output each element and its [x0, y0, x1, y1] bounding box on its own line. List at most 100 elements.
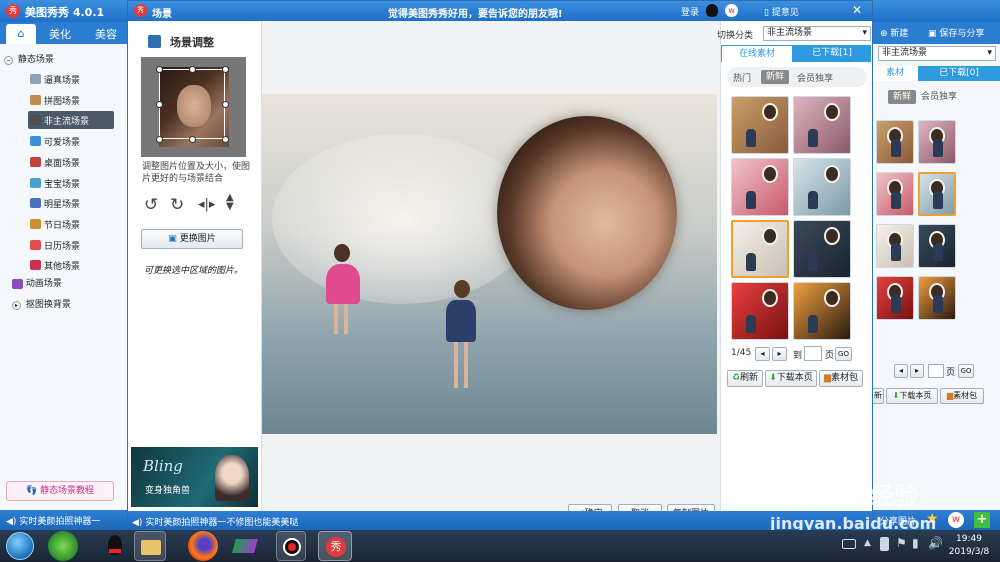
material-thumbnail[interactable] [876, 276, 914, 320]
main-tab-downloaded[interactable]: 已下载[0] [918, 66, 1000, 81]
new-button[interactable]: ⊕ 新建 [880, 26, 908, 39]
sidebar-group-cutout[interactable]: ▸ 抠图换背景 [12, 297, 122, 311]
taskbar-qq-icon[interactable] [100, 531, 130, 561]
material-thumbnail[interactable] [731, 220, 789, 278]
material-thumbnail[interactable] [731, 282, 789, 340]
main-refresh-button[interactable]: 新 [872, 388, 884, 404]
weibo-icon[interactable]: w [948, 512, 964, 528]
material-thumbnail[interactable] [793, 158, 851, 216]
flag-icon[interactable]: ⚑ [896, 536, 907, 550]
flip-vertical-icon[interactable]: ▲ ▼ [226, 193, 234, 212]
main-go-button[interactable]: GO [958, 364, 974, 378]
ad-banner[interactable]: Bling 变身独角兽 [131, 447, 258, 507]
taskbar-explorer-icon[interactable] [134, 531, 166, 561]
dialog-banner[interactable]: 觉得美图秀秀好用，要告诉您的朋友哦! [388, 5, 563, 20]
crop-handle[interactable] [189, 66, 196, 73]
tab-downloaded[interactable]: 已下载[1] [793, 45, 871, 62]
crop-handle[interactable] [222, 136, 229, 143]
sidebar-item[interactable]: 日历场景 [28, 236, 114, 254]
tab-online-materials[interactable]: 在线素材 [721, 45, 793, 62]
download-page-button[interactable]: ⬇下载本页 [765, 370, 817, 387]
main-page-input[interactable] [928, 364, 944, 378]
crop-handle[interactable] [189, 136, 196, 143]
material-thumbnail[interactable] [793, 220, 851, 278]
main-filter-vip[interactable]: 会员独享 [918, 90, 960, 104]
sidebar-item[interactable]: 可爱场景 [28, 132, 114, 150]
taskbar-meitu-icon[interactable]: 秀 [318, 531, 352, 561]
close-button[interactable]: ✕ [848, 3, 866, 18]
material-thumbnail[interactable] [731, 158, 789, 216]
start-button[interactable] [6, 532, 34, 560]
star-icon[interactable]: ★ [926, 511, 939, 527]
main-pack-button[interactable]: ▆素材包 [940, 388, 984, 404]
material-thumbnail[interactable] [918, 276, 956, 320]
login-link[interactable]: 登录 [681, 5, 699, 18]
material-thumbnail[interactable] [918, 172, 956, 216]
filter-fresh[interactable]: 新鲜 [761, 70, 789, 84]
keyboard-icon[interactable] [842, 539, 856, 549]
material-thumbnail[interactable] [918, 224, 956, 268]
sidebar-item[interactable]: 逼真场景 [28, 70, 114, 88]
tab-beauty[interactable]: 美容 [86, 26, 126, 42]
material-thumbnail[interactable] [731, 96, 789, 154]
material-thumbnail[interactable] [918, 120, 956, 164]
rotate-right-icon[interactable]: ↻ [170, 195, 184, 215]
rotate-left-icon[interactable]: ↺ [144, 195, 158, 215]
save-share-button[interactable]: ▣ 保存与分享 [928, 26, 984, 39]
scene-image[interactable] [262, 94, 717, 434]
sidebar-item[interactable]: 明星场景 [28, 194, 114, 212]
sidebar-item[interactable]: 其他场景 [28, 256, 114, 274]
next-page-icon[interactable]: ▸ [910, 364, 924, 378]
tab-beautify[interactable]: 美化 [40, 26, 80, 42]
crop-handle[interactable] [156, 136, 163, 143]
prev-page-icon[interactable]: ◂ [755, 347, 770, 361]
sidebar-group-static[interactable]: – 静态场景 [4, 52, 124, 66]
crop-box[interactable] [159, 69, 225, 139]
tutorial-button[interactable]: 👣 静态场景教程 [6, 481, 114, 501]
crop-handle[interactable] [222, 101, 229, 108]
taskbar-recorder-icon[interactable] [276, 531, 306, 561]
main-filter-fresh[interactable]: 新鲜 [888, 90, 916, 104]
crop-handle[interactable] [156, 101, 163, 108]
network-icon[interactable]: ▮ [912, 536, 919, 550]
clock[interactable]: 19:49 2019/3/8 [944, 533, 994, 559]
refresh-button[interactable]: ♻刷新 [727, 370, 763, 387]
material-thumbnail[interactable] [793, 96, 851, 154]
sidebar-item[interactable]: 宝宝场景 [28, 174, 114, 192]
taskbar-video-icon[interactable] [230, 531, 260, 561]
filter-vip[interactable]: 会员独享 [797, 71, 833, 84]
material-thumbnail[interactable] [793, 282, 851, 340]
add-icon[interactable]: + [974, 512, 990, 528]
volume-icon[interactable]: 🔊 [928, 536, 943, 550]
taskbar-360-icon[interactable] [48, 531, 78, 561]
feedback-link[interactable]: ▯ 提意见 [764, 5, 799, 18]
material-thumbnail[interactable] [876, 172, 914, 216]
page-input[interactable] [804, 346, 822, 361]
tray-expand-icon[interactable]: ▲ [864, 538, 871, 548]
crop-preview[interactable] [141, 57, 246, 157]
material-pack-button[interactable]: ▆素材包 [819, 370, 863, 387]
crop-handle[interactable] [156, 66, 163, 73]
share-image-button[interactable]: 分享图片 [880, 514, 916, 527]
sidebar-item[interactable]: 节日场景 [28, 215, 114, 233]
sidebar-item[interactable]: 拼图场景 [28, 91, 114, 109]
main-ticker[interactable]: ◀) 实时美颜拍照神器一 [6, 514, 100, 527]
scene-canvas[interactable]: ✔确定 取消 复制图片 ☝ [262, 21, 720, 531]
main-tab-online[interactable]: 素材 [872, 66, 918, 81]
dialog-ticker[interactable]: ◀) 实时美颜拍照神器一不修图也能美美哒 [132, 515, 298, 528]
sidebar-item[interactable]: 非主流场景 [28, 111, 114, 130]
circle-portrait[interactable] [497, 116, 677, 310]
filter-hot[interactable]: 热门 [733, 71, 751, 84]
replace-image-button[interactable]: ▣ 更换图片 [141, 229, 243, 249]
material-thumbnail[interactable] [876, 224, 914, 268]
tab-home[interactable]: ⌂ [6, 24, 36, 44]
sidebar-item[interactable]: 桌面场景 [28, 153, 114, 171]
main-download-button[interactable]: ⬇下载本页 [886, 388, 938, 404]
go-button[interactable]: GO [835, 347, 852, 361]
sidebar-group-animated[interactable]: 动画场景 [12, 276, 122, 290]
material-thumbnail[interactable] [876, 120, 914, 164]
category-dropdown[interactable]: 非主流场景 ▾ [763, 26, 871, 41]
crop-handle[interactable] [222, 66, 229, 73]
usb-icon[interactable] [880, 537, 889, 551]
prev-page-icon[interactable]: ◂ [894, 364, 908, 378]
